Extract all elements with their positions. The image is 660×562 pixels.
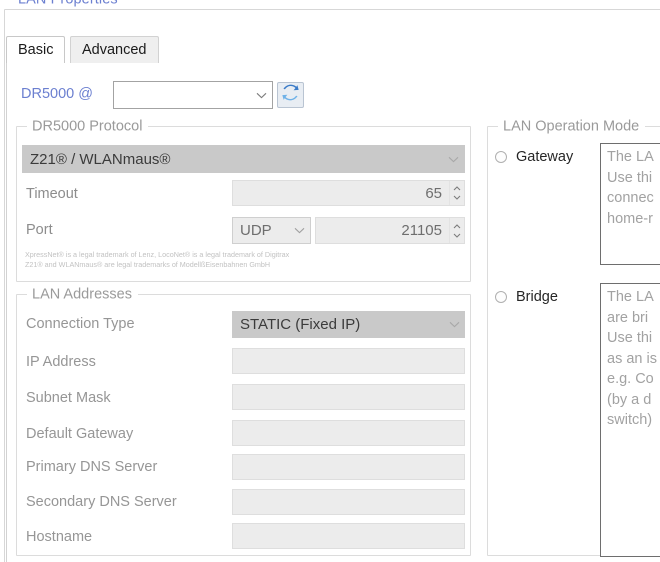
connection-type-select[interactable]: STATIC (Fixed IP) [232, 311, 465, 338]
radio-button-icon[interactable] [495, 151, 507, 163]
timeout-label: Timeout [26, 186, 78, 202]
chevron-down-icon [288, 227, 310, 234]
protocol-select[interactable]: Z21® / WLANmaus® [22, 145, 465, 173]
chevron-up-icon[interactable] [453, 186, 461, 191]
port-spinbox[interactable]: 21105 [315, 217, 465, 244]
refresh-sync-icon [281, 83, 300, 107]
port-label: Port [26, 222, 53, 238]
port-protocol-select[interactable]: UDP [232, 217, 311, 244]
ip-address-input[interactable] [232, 348, 465, 374]
connection-type-value: STATIC (Fixed IP) [240, 316, 361, 333]
tab-basic[interactable]: Basic [6, 36, 66, 63]
chevron-down-icon[interactable] [453, 195, 461, 200]
timeout-spinbox[interactable]: 65 [232, 180, 465, 206]
radio-gateway[interactable]: Gateway [495, 149, 573, 165]
bridge-description-box: The LA are bri Use thi as an is e.g. Co … [600, 283, 660, 557]
gateway-description-box: The LA Use thi connec home-r [600, 143, 660, 265]
ip-address-label: IP Address [26, 354, 96, 370]
subnet-mask-label: Subnet Mask [26, 390, 111, 406]
legal-notice: XpressNet® is a legal trademark of Lenz,… [25, 250, 445, 270]
default-gateway-label: Default Gateway [26, 426, 134, 442]
device-combobox[interactable] [113, 81, 273, 109]
lan-addresses-groupbox-title: LAN Addresses [27, 286, 138, 303]
port-spinner[interactable] [449, 218, 464, 243]
subnet-mask-input[interactable] [232, 384, 465, 410]
default-gateway-input[interactable] [232, 420, 465, 446]
refresh-button[interactable] [277, 82, 304, 108]
radio-bridge-label: Bridge [516, 289, 558, 305]
connection-type-label: Connection Type [26, 316, 135, 332]
lan-properties-dialog: LAN Properties Basic Advanced DR5000 @ D… [0, 0, 660, 562]
lan-operation-mode-groupbox-title: LAN Operation Mode [498, 118, 646, 135]
device-label: DR5000 @ [21, 86, 93, 102]
secondary-dns-label: Secondary DNS Server [26, 494, 177, 510]
timeout-value: 65 [425, 184, 442, 202]
bridge-description-text: The LA are bri Use thi as an is e.g. Co … [607, 289, 657, 428]
tabstrip: Basic Advanced [6, 36, 660, 63]
radio-gateway-label: Gateway [516, 149, 574, 165]
port-value: 21105 [401, 222, 442, 239]
radio-bridge[interactable]: Bridge [495, 289, 558, 305]
hostname-input[interactable] [232, 523, 465, 549]
chevron-down-icon [250, 92, 272, 99]
primary-dns-label: Primary DNS Server [26, 459, 158, 475]
lan-properties-title: LAN Properties [14, 0, 123, 8]
primary-dns-input[interactable] [232, 454, 465, 480]
radio-button-icon[interactable] [495, 291, 507, 303]
legal-notice-line1: XpressNet® is a legal trademark of Lenz,… [25, 250, 290, 259]
chevron-down-icon [443, 321, 465, 328]
port-protocol-value: UDP [240, 222, 272, 239]
protocol-select-value: Z21® / WLANmaus® [30, 150, 171, 168]
legal-notice-line2: Z21® and WLANmaus® are legal trademarks … [25, 260, 271, 269]
gateway-description-text: The LA Use thi connec home-r [607, 149, 654, 227]
timeout-spinner[interactable] [449, 181, 464, 205]
hostname-label: Hostname [26, 529, 93, 545]
chevron-down-icon[interactable] [453, 233, 461, 238]
protocol-groupbox-title: DR5000 Protocol [27, 118, 149, 135]
tab-advanced[interactable]: Advanced [70, 36, 159, 63]
chevron-down-icon [441, 156, 465, 163]
chevron-up-icon[interactable] [453, 223, 461, 229]
secondary-dns-input[interactable] [232, 489, 465, 515]
